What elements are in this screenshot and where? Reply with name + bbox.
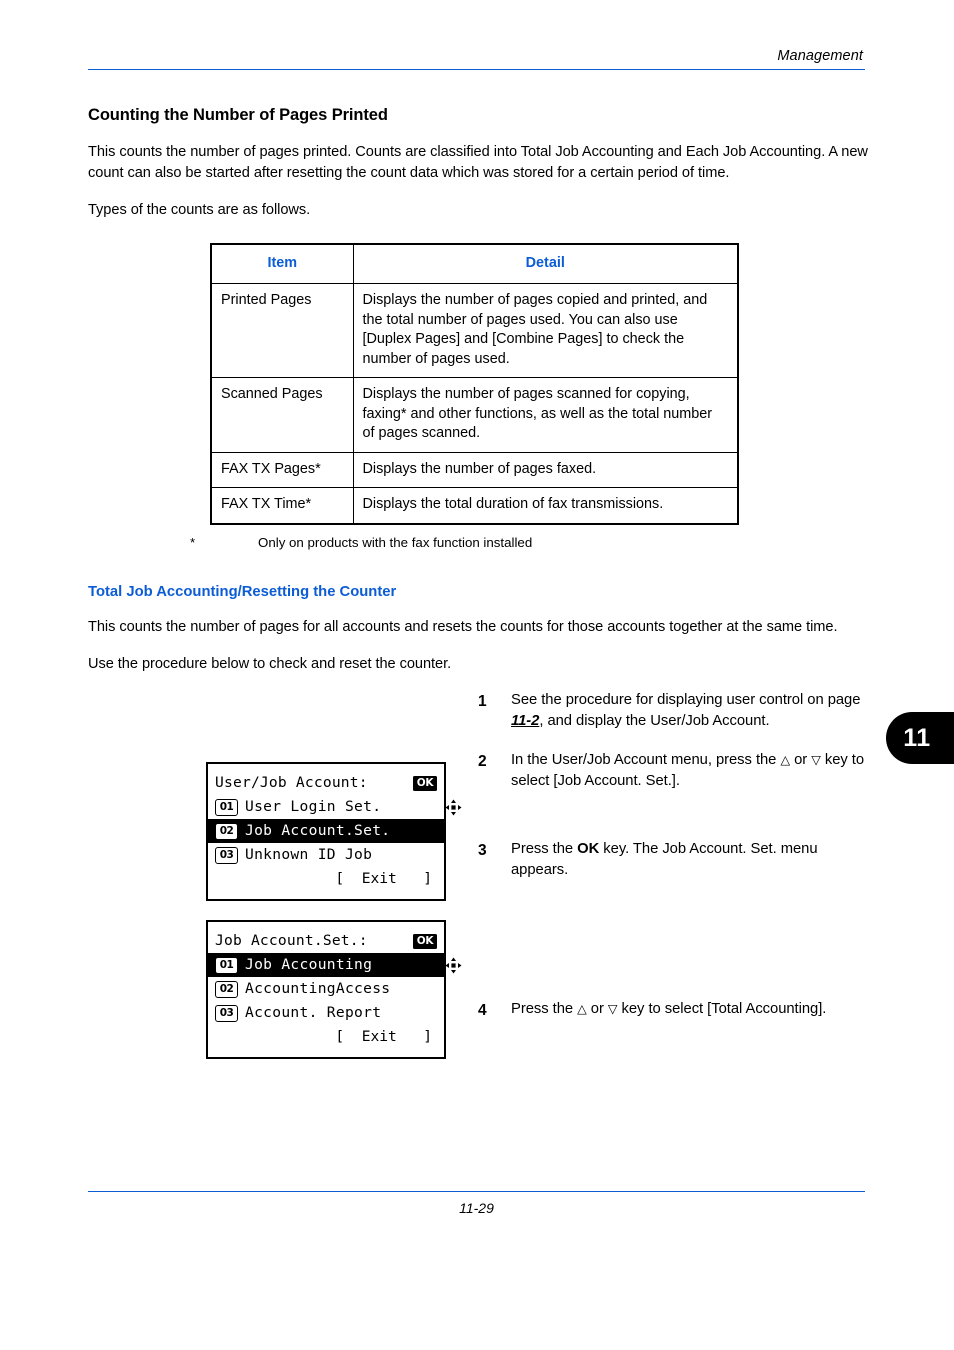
footnote-mark: *: [190, 534, 196, 550]
subsection-paragraph-1: This counts the number of pages for all …: [88, 618, 838, 635]
ok-badge-icon: OK: [413, 933, 437, 949]
exit-label: [ Exit ]: [335, 870, 432, 887]
procedure-steps: 1 See the procedure for displaying user …: [478, 690, 878, 1039]
footer-divider: [88, 1191, 865, 1192]
cell-detail: Displays the number of pages scanned for…: [352, 377, 739, 453]
footnote-text: Only on products with the fax function i…: [258, 534, 533, 550]
item-label: Account. Report: [245, 1004, 382, 1021]
step-2: 2 In the User/Job Account menu, press th…: [478, 750, 878, 792]
arrow-down-icon: ▽: [811, 753, 821, 767]
lcd-menu-item[interactable]: 03 Account. Report: [208, 1001, 444, 1025]
table-header-row: Item Detail: [210, 243, 739, 284]
lcd-title-row: Job Account.Set.: OK: [208, 929, 462, 973]
lcd-panel-user-job-account: User/Job Account: OK 01 User Login Set. …: [206, 762, 462, 901]
item-number-badge: 03: [215, 846, 238, 864]
table-row: FAX TX Pages* Displays the number of pag…: [210, 451, 739, 488]
table-row: Printed Pages Displays the number of pag…: [210, 283, 739, 378]
page-content: Counting the Number of Pages Printed Thi…: [88, 106, 868, 675]
footer-page-number: 11-29: [459, 1200, 494, 1216]
table-row: FAX TX Time* Displays the total duration…: [210, 487, 739, 524]
cell-item: Printed Pages: [210, 283, 354, 378]
chapter-tab: 11: [886, 712, 954, 764]
procedure-section: 1 See the procedure for displaying user …: [0, 690, 954, 1110]
page-cross-reference-link[interactable]: 11-2: [511, 713, 539, 729]
step-number: 2: [478, 753, 487, 770]
ok-key-label: OK: [577, 841, 600, 857]
step-text: Press the △ or ▽ key to select [Total Ac…: [511, 999, 878, 1021]
step-text: See the procedure for displaying user co…: [511, 690, 878, 732]
subsection-paragraph-2: Use the procedure below to check and res…: [88, 656, 452, 672]
step-text-after: key to select [Total Accounting].: [617, 1001, 827, 1017]
step-text: Press the OK key. The Job Account. Set. …: [511, 839, 878, 881]
lcd-title-text: Job Account.Set.:: [215, 932, 368, 949]
item-number-badge: 02: [215, 822, 238, 840]
header-divider: [88, 69, 865, 70]
step-4: 4 Press the △ or ▽ key to select [Total …: [478, 999, 878, 1021]
step-1: 1 See the procedure for displaying user …: [478, 690, 878, 732]
exit-label: [ Exit ]: [335, 1028, 432, 1045]
step-number: 4: [478, 1002, 487, 1019]
intro-paragraph: This counts the number of pages printed.…: [88, 144, 868, 181]
lcd-exit-button[interactable]: [ Exit ]: [208, 1025, 444, 1049]
ok-badge-icon: OK: [413, 775, 437, 791]
page-footer: 11-29: [88, 1186, 865, 1216]
step-number: 1: [478, 693, 487, 710]
page-title: Counting the Number of Pages Printed: [88, 106, 388, 124]
lcd-title-row: User/Job Account: OK: [208, 771, 462, 815]
column-header-item: Item: [210, 243, 354, 284]
counts-table-container: Item Detail Printed Pages Displays the n…: [210, 242, 739, 525]
lcd-menu-item[interactable]: 03 Unknown ID Job: [208, 843, 444, 867]
cell-detail: Displays the number of pages faxed.: [352, 451, 739, 488]
step-3: 3 Press the OK key. The Job Account. Set…: [478, 839, 878, 881]
item-label: Job Accounting: [245, 956, 373, 973]
lcd-exit-button[interactable]: [ Exit ]: [208, 867, 444, 891]
item-label: User Login Set.: [245, 798, 382, 815]
table-footnote: * Only on products with the fax function…: [190, 534, 868, 552]
arrow-up-icon: △: [577, 1002, 587, 1016]
cell-detail: Displays the number of pages copied and …: [352, 283, 739, 378]
item-label: AccountingAccess: [245, 980, 391, 997]
step-text-mid: or: [790, 752, 812, 768]
dpad-arrows-icon: [391, 775, 462, 815]
counts-table: Item Detail Printed Pages Displays the n…: [210, 242, 739, 525]
item-label: Job Account.Set.: [245, 822, 391, 839]
step-text-before: Press the: [511, 1001, 578, 1017]
item-number-badge: 01: [215, 798, 238, 816]
header-title: Management: [777, 48, 863, 64]
step-text: In the User/Job Account menu, press the …: [511, 750, 878, 792]
column-header-detail: Detail: [352, 243, 739, 284]
cell-item: FAX TX Time*: [210, 487, 354, 524]
page-header: Management: [88, 48, 865, 70]
item-number-badge: 02: [215, 980, 238, 998]
step-text-mid: or: [586, 1001, 608, 1017]
subsection-title: Total Job Accounting/Resetting the Count…: [88, 583, 397, 600]
arrow-up-icon: △: [780, 753, 791, 767]
cell-item: Scanned Pages: [210, 377, 354, 453]
lcd-panel-job-account-set: Job Account.Set.: OK 01 Job Accounting 0…: [206, 920, 462, 1059]
item-number-badge: 03: [215, 1004, 238, 1022]
step-text-before: See the procedure for displaying user co…: [511, 692, 861, 708]
table-row: Scanned Pages Displays the number of pag…: [210, 377, 739, 453]
types-lead-paragraph: Types of the counts are as follows.: [88, 202, 311, 218]
cell-detail: Displays the total duration of fax trans…: [352, 487, 739, 524]
item-number-badge: 01: [215, 956, 238, 974]
step-text-before: In the User/Job Account menu, press the: [511, 752, 781, 768]
cell-item: FAX TX Pages*: [210, 451, 354, 488]
lcd-title-text: User/Job Account:: [215, 774, 368, 791]
dpad-arrows-icon: [391, 933, 462, 973]
step-number: 3: [478, 842, 487, 859]
step-text-before: Press the: [511, 841, 578, 857]
item-label: Unknown ID Job: [245, 846, 373, 863]
step-text-after: , and display the User/Job Account.: [539, 713, 770, 729]
